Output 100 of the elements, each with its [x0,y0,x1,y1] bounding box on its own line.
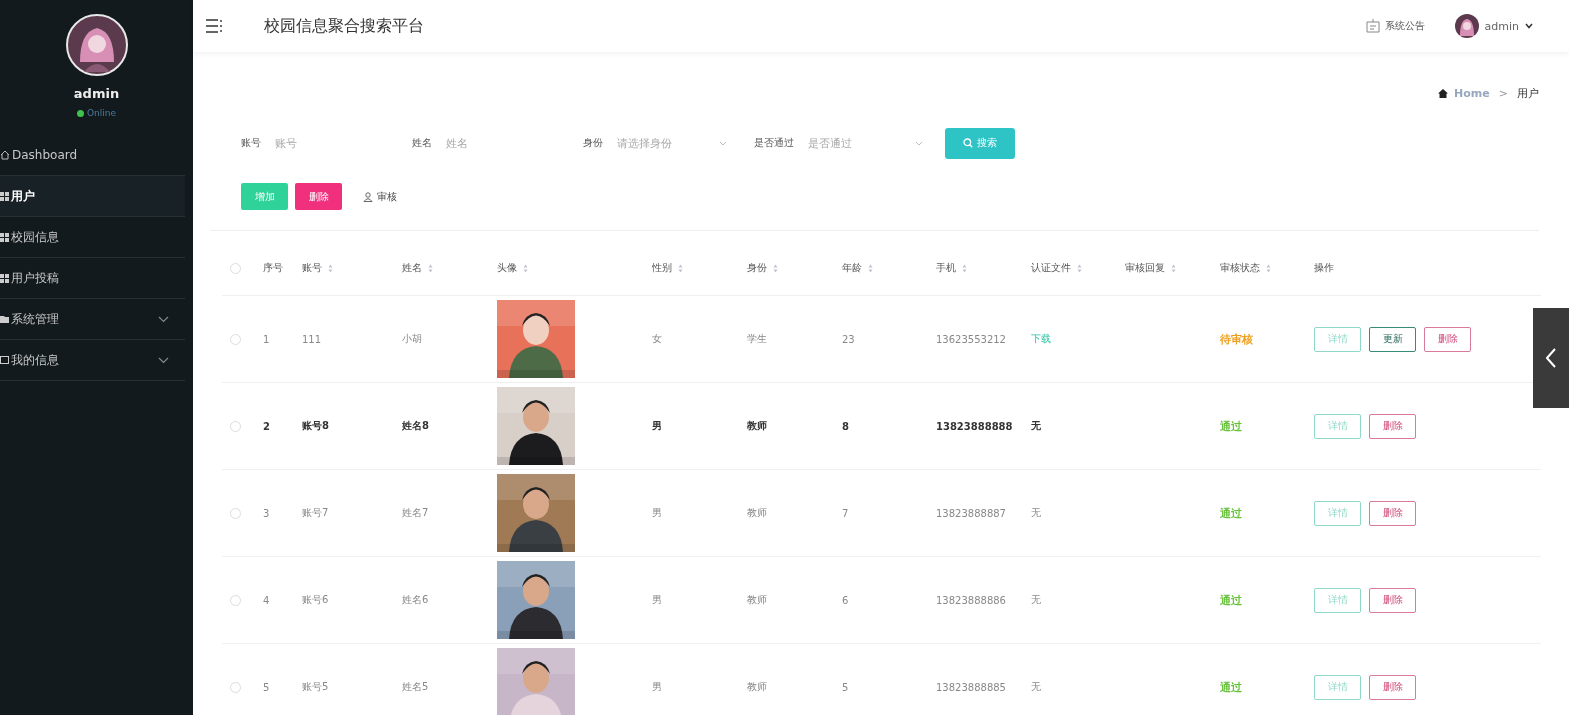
table-cell: 无 [1031,506,1041,520]
home-icon [0,150,10,160]
delete-button[interactable]: 删除 [1369,500,1416,526]
table-cell: 无 [1031,680,1041,694]
status-text: 通过 [1220,505,1242,521]
sort-icon[interactable] [523,263,528,273]
sort-icon[interactable] [1171,263,1176,273]
table-cell: 13823888885 [936,681,1006,693]
table-cell: 8 [842,420,849,432]
table-cell: 男 [652,593,662,607]
folder-icon [0,315,9,323]
table-cell: 男 [652,419,662,433]
chevron-down-icon [158,356,169,364]
column-header: 审核状态 [1220,261,1260,275]
chevron-down-icon [158,315,169,323]
app-title: 校园信息聚合搜索平台 [264,15,424,37]
search-icon [963,138,973,148]
notice-link[interactable]: 系统公告 [1365,19,1425,33]
table-cell: 111 [302,333,322,345]
table-cell: 13823888888 [936,420,1013,432]
delete-button[interactable]: 删除 [1369,413,1416,439]
delete-button[interactable]: 删除 [1369,587,1416,613]
sort-icon[interactable] [962,263,967,273]
table-cell: 7 [842,507,849,519]
table-cell: 账号5 [302,680,329,694]
table-cell: 姓名6 [402,593,429,607]
table-cell: 女 [652,332,662,346]
breadcrumb-separator: > [1498,87,1508,100]
online-status: Online [87,108,116,118]
grid-icon [0,273,9,283]
download-link[interactable]: 下载 [1031,332,1051,346]
table-cell: 小胡 [402,332,422,346]
menu-item[interactable]: 我的信息 [0,340,185,381]
menu-item[interactable]: 用户 [0,176,185,217]
sort-icon[interactable] [1077,263,1082,273]
column-header: 头像 [497,261,517,275]
sort-icon[interactable] [328,263,333,273]
table-cell: 无 [1031,593,1041,607]
filter-label: 身份 [583,136,603,150]
sort-icon[interactable] [868,263,873,273]
table-cell: 23 [842,333,855,345]
filter-select[interactable]: 请选择身份 [617,135,727,151]
chevron-down-icon [719,140,727,146]
table-cell: 教师 [747,593,767,607]
filter-input[interactable]: 账号 [275,136,375,150]
menu-item[interactable]: 系统管理 [0,299,185,340]
grid-icon [0,232,9,242]
sort-icon[interactable] [1266,263,1271,273]
status-text: 通过 [1220,679,1242,695]
user-menu[interactable]: admin [1454,14,1533,38]
update-button[interactable]: 更新 [1369,326,1416,352]
delete-button[interactable]: 删除 [1369,674,1416,700]
breadcrumb-link[interactable]: Home [1454,87,1490,100]
menu-item[interactable]: 用户投稿 [0,258,185,299]
table-cell: 姓名8 [402,419,429,433]
table-cell: 13823888886 [936,594,1006,606]
table-cell: 5 [842,681,849,693]
table-cell: 账号6 [302,593,329,607]
breadcrumb-current: 用户 [1517,86,1539,101]
column-header: 认证文件 [1031,261,1071,275]
table-cell: 教师 [747,680,767,694]
review-button[interactable]: 审核 [357,183,403,210]
card-icon [0,356,9,364]
grid-icon [0,191,9,201]
menu-icon[interactable] [206,19,222,33]
table-cell: 3 [263,507,270,519]
column-header: 姓名 [402,261,422,275]
filter-select[interactable]: 是否通过 [808,135,923,151]
delete-button[interactable]: 删除 [295,183,342,210]
table-cell: 男 [652,680,662,694]
table-cell: 男 [652,506,662,520]
sort-icon[interactable] [428,263,433,273]
table-cell: 6 [842,594,849,606]
sort-icon[interactable] [773,263,778,273]
table-cell: 13823888887 [936,507,1006,519]
collapse-tab[interactable] [1533,308,1569,408]
filter-label: 姓名 [412,136,432,150]
filter-input[interactable]: 姓名 [446,136,546,150]
caret-icon [1525,23,1533,29]
column-header: 性别 [652,261,672,275]
table-cell: 教师 [747,506,767,520]
table-cell: 账号7 [302,506,329,520]
filter-label: 是否通过 [754,136,794,150]
table-cell: 2 [263,420,270,432]
menu-item[interactable]: 校园信息 [0,217,185,258]
table-cell: 1 [263,333,270,345]
column-header: 年龄 [842,261,862,275]
user-name: admin [73,86,120,101]
filter-label: 账号 [241,136,261,150]
table-cell: 5 [263,681,270,693]
table-cell: 13623553212 [936,333,1006,345]
table-cell: 账号8 [302,419,329,433]
column-header: 账号 [302,261,322,275]
column-header: 身份 [747,261,767,275]
table-cell: 姓名5 [402,680,429,694]
table-cell: 无 [1031,419,1041,433]
home-icon [1438,89,1449,98]
table-cell: 学生 [747,332,767,346]
sort-icon[interactable] [678,263,683,273]
delete-button[interactable]: 删除 [1424,326,1471,352]
